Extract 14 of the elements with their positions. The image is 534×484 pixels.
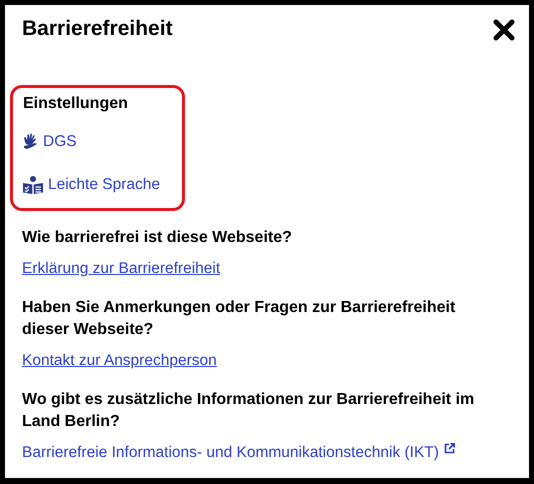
text-link[interactable]: Barrierefreie Informations- und Kommunikationstechnik (IKT) (22, 440, 455, 464)
close-icon (492, 18, 516, 42)
hands-icon (23, 133, 38, 150)
external-link-icon (444, 442, 455, 454)
text-link[interactable]: Erklärung zur Barrierefreiheit (22, 256, 220, 280)
text-link[interactable]: Kontakt zur Ansprechperson (22, 348, 217, 372)
section-heading: Haben Sie Anmerkungen oder Fragen zur Barrierefreiheit dieser Webseite? (22, 298, 456, 340)
settings-link[interactable]: DGS (23, 130, 77, 154)
reader-icon (23, 176, 43, 194)
section-heading: Wie barrierefrei ist diese Webseite? (22, 228, 293, 248)
section-heading: Wo gibt es zusätzliche Informationen zur Barrierefreiheit im Land Berlin? (22, 390, 476, 432)
settings-link[interactable]: Leichte Sprache (23, 173, 160, 196)
section-heading: Einstellungen (23, 94, 129, 114)
dialog-title: Barrierefreiheit (22, 16, 173, 42)
